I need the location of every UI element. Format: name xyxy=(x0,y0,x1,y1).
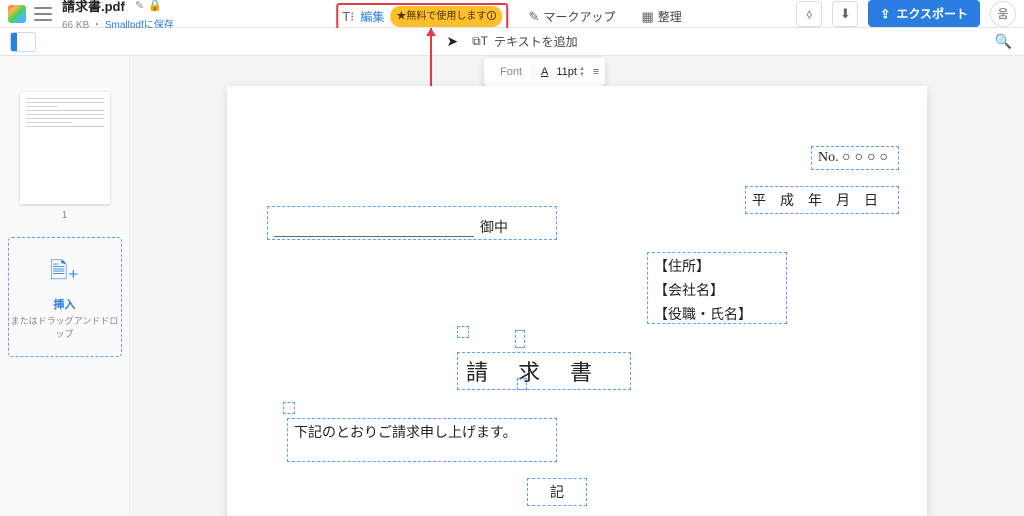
edit-handle[interactable] xyxy=(515,330,525,348)
grid-icon: ▦ xyxy=(641,9,653,25)
field-sender-info[interactable]: 【住所】 【会社名】 【役職・氏名】 xyxy=(647,252,787,324)
tab-edit-highlighted: T⁝ 編集 ★無料で使用します🛈 xyxy=(336,3,508,30)
page-thumbnail[interactable] xyxy=(20,92,110,204)
pencil-icon: ✎ xyxy=(529,9,540,25)
file-info: 請求書.pdf ✎ 🔒 66 KB ・ Smallpdfに保存 xyxy=(62,0,174,31)
free-badge[interactable]: ★無料で使用します🛈 xyxy=(390,6,502,27)
field-intro[interactable]: 下記のとおりご請求申し上げます。 xyxy=(287,418,557,462)
sidebar-toggle[interactable] xyxy=(10,32,36,52)
thumb-page-number: 1 xyxy=(62,210,68,221)
recipient-underline xyxy=(274,236,474,237)
header-actions: ⬨ ⬇ ⇪ エクスポート 움 xyxy=(796,0,1016,27)
field-recipient[interactable]: 御中 xyxy=(267,206,557,240)
user-avatar[interactable]: 움 xyxy=(990,1,1016,27)
tab-organize[interactable]: ▦ 整理 xyxy=(635,5,687,28)
add-text-tool[interactable]: ⧉T テキストを追加 xyxy=(472,33,578,50)
app-logo xyxy=(8,5,26,23)
pdf-page: No. ○○○○ 平成年月日 御中 【住所】 【会社名】 【役職・氏名】 請求書… xyxy=(227,86,927,516)
tab-edit[interactable]: 編集 xyxy=(360,8,384,25)
edit-filename-icon[interactable]: ✎ xyxy=(135,0,144,12)
filename: 請求書.pdf xyxy=(62,0,125,15)
download-button[interactable]: ⬇ xyxy=(832,1,858,27)
top-tabs: T⁝ 編集 ★無料で使用します🛈 ✎ マークアップ ▦ 整理 xyxy=(336,3,688,30)
edit-handle[interactable] xyxy=(457,326,469,338)
header-bar: 請求書.pdf ✎ 🔒 66 KB ・ Smallpdfに保存 T⁝ 編集 ★無… xyxy=(0,0,1024,28)
insert-page-dropzone[interactable]: 🗎₊ 挿入 またはドラッグアンドドロップ xyxy=(8,237,122,357)
tab-markup[interactable]: ✎ マークアップ xyxy=(523,5,622,28)
thumbnail-sidebar: 1 🗎₊ 挿入 またはドラッグアンドドロップ xyxy=(0,56,130,516)
cursor-tool[interactable]: ➤ xyxy=(446,33,458,50)
field-ki[interactable]: 記 xyxy=(527,478,587,506)
field-invoice-number[interactable]: No. ○○○○ xyxy=(811,146,899,170)
document-canvas[interactable]: No. ○○○○ 平成年月日 御中 【住所】 【会社名】 【役職・氏名】 請求書… xyxy=(130,56,1024,516)
export-icon: ⇪ xyxy=(880,7,890,21)
edit-handle[interactable] xyxy=(517,378,527,390)
insert-page-icon: 🗎₊ xyxy=(50,254,79,292)
share-button[interactable]: ⬨ xyxy=(796,1,822,27)
lock-icon: 🔒 xyxy=(148,0,162,12)
menu-button[interactable] xyxy=(34,7,52,21)
edit-text-icon: T⁝ xyxy=(342,9,354,25)
edit-handle[interactable] xyxy=(283,402,295,414)
field-title[interactable]: 請求書 xyxy=(457,352,631,390)
field-date[interactable]: 平成年月日 xyxy=(745,186,899,214)
search-button[interactable]: 🔍 xyxy=(995,33,1012,50)
export-button[interactable]: ⇪ エクスポート xyxy=(868,0,980,27)
edit-toolbar: ➤ ⧉T テキストを追加 🔍 xyxy=(0,28,1024,56)
main-area: 1 🗎₊ 挿入 またはドラッグアンドドロップ No. ○○○○ 平成年月日 御中… xyxy=(0,56,1024,516)
textbox-icon: ⧉T xyxy=(472,34,488,49)
